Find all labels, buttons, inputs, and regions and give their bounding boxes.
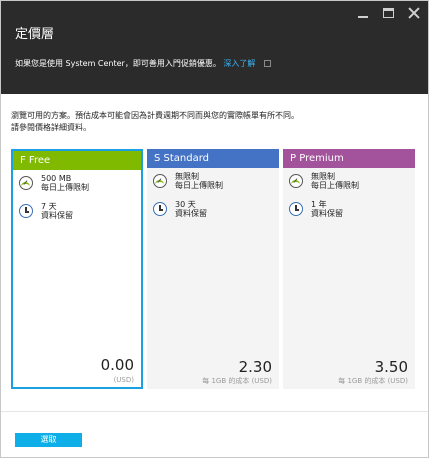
feature-value: 1 年 <box>311 200 327 209</box>
feature-value: 7 天 <box>41 202 57 211</box>
feature-label: 資料保留 <box>41 211 73 220</box>
close-icon[interactable] <box>408 7 420 19</box>
tier-price-note: 每 1GB 的成本 (USD) <box>338 377 408 385</box>
feature-upload-limit: 無限制 每日上傳限制 <box>283 172 415 196</box>
tier-card-premium[interactable]: P Premium 無限制 每日上傳限制 1 年 資料保留 3.50 每 1GB… <box>283 149 415 389</box>
description-line-2: 請參閱價格詳細資料。 <box>11 123 91 132</box>
tier-price: 0.00 <box>100 356 134 374</box>
feature-value: 500 MB <box>41 174 72 183</box>
feature-label: 資料保留 <box>175 209 207 218</box>
feature-retention: 1 年 資料保留 <box>283 200 415 224</box>
feature-label: 每日上傳限制 <box>311 181 359 190</box>
feature-upload-limit: 500 MB 每日上傳限制 <box>13 174 141 198</box>
tier-price: 3.50 <box>374 358 408 376</box>
tier-name: S Standard <box>147 149 279 168</box>
promo-banner: 如果您是使用 System Center，即可善用入門促銷優惠。 深入了解 <box>15 58 271 69</box>
tier-price-note: 每 1GB 的成本 (USD) <box>202 377 272 385</box>
clock-icon <box>289 202 303 216</box>
tier-card-free[interactable]: F Free 500 MB 每日上傳限制 7 天 資料保留 0.00 (USD) <box>11 149 143 389</box>
tier-card-standard[interactable]: S Standard 無限制 每日上傳限制 30 天 資料保留 2.30 每 1… <box>147 149 279 389</box>
maximize-icon[interactable] <box>383 8 394 18</box>
promo-text: 如果您是使用 System Center，即可善用入門促銷優惠。 <box>15 59 221 68</box>
pricing-tier-blade: 定價層 如果您是使用 System Center，即可善用入門促銷優惠。 深入了… <box>0 0 429 458</box>
tier-description: 瀏覽可用的方案。預估成本可能會因為計費週期不同而與您的實際帳單有所不同。 請參閱… <box>11 110 421 134</box>
external-link-icon[interactable] <box>263 60 271 67</box>
blade-footer: 選取 <box>1 411 428 457</box>
clock-icon <box>153 202 167 216</box>
gauge-icon <box>19 176 33 190</box>
feature-retention: 7 天 資料保留 <box>13 202 141 226</box>
tier-name: F Free <box>13 151 141 170</box>
window-controls <box>357 7 420 19</box>
feature-value: 30 天 <box>175 200 196 209</box>
tier-name: P Premium <box>283 149 415 168</box>
feature-value: 無限制 <box>311 172 335 181</box>
tier-cards: F Free 500 MB 每日上傳限制 7 天 資料保留 0.00 (USD)… <box>11 149 416 389</box>
blade-title: 定價層 <box>15 27 55 42</box>
feature-retention: 30 天 資料保留 <box>147 200 279 224</box>
tier-price-note: (USD) <box>113 376 134 384</box>
feature-upload-limit: 無限制 每日上傳限制 <box>147 172 279 196</box>
gauge-icon <box>153 174 167 188</box>
clock-icon <box>19 204 33 218</box>
description-line-1: 瀏覽可用的方案。預估成本可能會因為計費週期不同而與您的實際帳單有所不同。 <box>11 111 299 120</box>
select-button[interactable]: 選取 <box>15 433 82 447</box>
learn-more-link[interactable]: 深入了解 <box>223 59 255 68</box>
tier-price: 2.30 <box>238 358 272 376</box>
blade-header: 定價層 如果您是使用 System Center，即可善用入門促銷優惠。 深入了… <box>1 1 428 94</box>
gauge-icon <box>289 174 303 188</box>
feature-label: 每日上傳限制 <box>41 183 89 192</box>
feature-label: 每日上傳限制 <box>175 181 223 190</box>
feature-value: 無限制 <box>175 172 199 181</box>
minimize-icon[interactable] <box>357 7 369 19</box>
feature-label: 資料保留 <box>311 209 343 218</box>
